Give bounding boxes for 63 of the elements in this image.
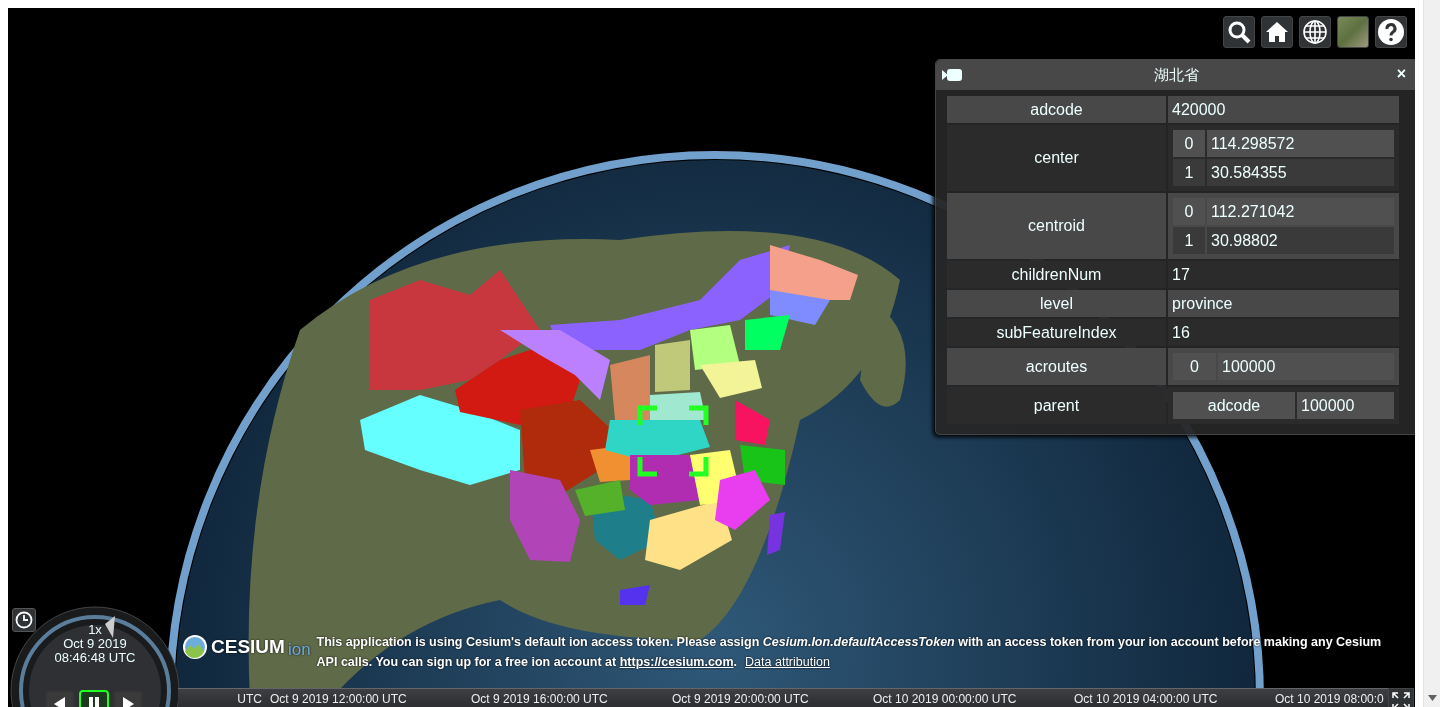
- timeline-label: Oct 10 2019 00:00:00 UTC: [873, 691, 1018, 707]
- timeline-label: Oct 10 2019 08:00:0: [1275, 691, 1385, 707]
- satellite-thumbnail-icon: [1338, 17, 1368, 47]
- selection-indicator-icon: [637, 405, 709, 477]
- search-button[interactable]: [1223, 16, 1255, 48]
- nested-key: 1: [1173, 159, 1205, 186]
- animation-date: Oct 9 2019: [62, 636, 128, 651]
- property-name: level: [947, 290, 1166, 317]
- timeline-label: UTC: [236, 691, 263, 707]
- timeline-label: Oct 9 2019 12:00:00 UTC: [270, 691, 408, 707]
- timeline-label: Oct 9 2019 16:00:00 UTC: [471, 691, 609, 707]
- nested-value: 30.584355: [1207, 159, 1394, 186]
- nested-value: 114.298572: [1207, 130, 1394, 157]
- imagery-button[interactable]: [1337, 16, 1369, 48]
- search-icon: [1227, 20, 1251, 44]
- scrollbar-drawing[interactable]: [1423, 0, 1440, 707]
- province-map-drawing[interactable]: [360, 245, 858, 605]
- animation-time: 08:46:48 UTC: [53, 650, 137, 665]
- info-box-title: 湖北省: [1153, 65, 1199, 85]
- pause-icon: [88, 697, 100, 707]
- timeline-label: Oct 9 2019 20:00:00 UTC: [672, 691, 810, 707]
- property-name: adcode: [947, 96, 1166, 123]
- nested-value: 100000: [1218, 353, 1394, 380]
- nested-key: adcode: [1173, 392, 1295, 419]
- close-button[interactable]: ×: [1394, 65, 1408, 83]
- help-button[interactable]: [1375, 16, 1407, 48]
- nested-key: 1: [1173, 227, 1205, 254]
- data-attribution-link[interactable]: Data attribution: [745, 655, 830, 669]
- reverse-icon: [54, 697, 66, 707]
- property-value: 420000: [1168, 96, 1399, 123]
- property-value: 17: [1168, 261, 1399, 288]
- property-name: childrenNum: [947, 261, 1166, 288]
- nested-key: 0: [1173, 353, 1216, 380]
- nested-value: 100000: [1297, 392, 1394, 419]
- help-icon: [1377, 18, 1405, 46]
- camera-icon[interactable]: [942, 69, 962, 81]
- fullscreen-button[interactable]: [1388, 688, 1414, 707]
- property-name: acroutes: [947, 348, 1166, 385]
- cesium-link[interactable]: https://cesium.com: [619, 655, 734, 669]
- property-name: parent: [947, 387, 1166, 424]
- property-name: center: [947, 125, 1166, 191]
- timeline-label: Oct 10 2019 04:00:00 UTC: [1074, 691, 1219, 707]
- logo-icon: [182, 634, 208, 660]
- timeline-bar[interactable]: UTC Oct 9 2019 12:00:00 UTC Oct 9 2019 16:00:00 UTC Oct 9 2019 20:00:00 UTC Oct 10 2019 00:00:00 UTC Oct 10 2019 04:00:00 UTC Oct 10 2019 08:00:0: [178, 688, 1388, 707]
- nested-key: 0: [1173, 198, 1205, 225]
- property-value: 16: [1168, 319, 1399, 346]
- play-icon: [122, 697, 134, 707]
- logo-wordmark: CESIUM: [211, 637, 285, 657]
- property-name: centroid: [947, 193, 1166, 259]
- home-button[interactable]: [1261, 16, 1293, 48]
- nested-key: 0: [1173, 130, 1205, 157]
- nested-value: 30.98802: [1207, 227, 1394, 254]
- nested-value: 112.271042: [1207, 198, 1394, 225]
- fullscreen-icon: [1392, 692, 1410, 707]
- clock-icon: [15, 611, 33, 629]
- logo-suffix: ion: [287, 640, 311, 660]
- home-icon: [1265, 21, 1289, 43]
- globe-icon: [1302, 19, 1328, 45]
- property-name: subFeatureIndex: [947, 319, 1166, 346]
- clock-button[interactable]: [12, 608, 36, 632]
- animation-speed: 1x: [87, 622, 103, 637]
- property-value: province: [1168, 290, 1399, 317]
- globe-button[interactable]: [1299, 16, 1331, 48]
